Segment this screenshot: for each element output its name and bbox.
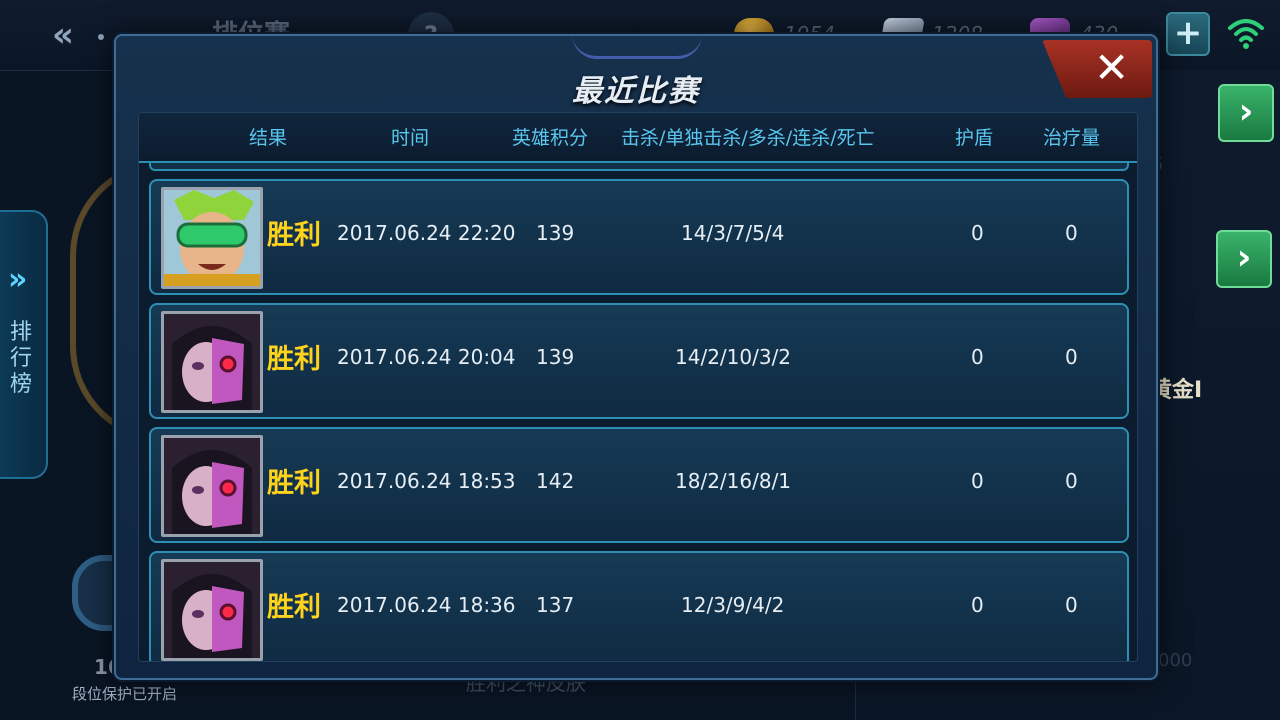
hero-score: 142: [536, 469, 575, 493]
match-result: 胜利: [267, 468, 321, 499]
table-header: 结果 时间 英雄积分 击杀/单独击杀/多杀/连杀/死亡 护盾 治疗量: [139, 113, 1137, 163]
header-result: 结果: [249, 127, 288, 149]
kill-stats: 18/2/16/8/1: [675, 469, 792, 493]
match-list[interactable]: 结果 时间 英雄积分 击杀/单独击杀/多杀/连杀/死亡 护盾 治疗量 胜利 20…: [138, 112, 1138, 662]
hero-avatar: [161, 311, 263, 413]
expand-arrow-icon: »: [8, 262, 28, 297]
hero-avatar: [161, 187, 263, 289]
leaderboard-tab[interactable]: » 排行榜: [0, 210, 48, 479]
dialog-title: 最近比赛: [572, 74, 700, 109]
kill-stats: 14/3/7/5/4: [681, 221, 785, 245]
dialog-crest: [572, 34, 702, 59]
match-row[interactable]: 胜利 2017.06.24 20:04 139 14/2/10/3/2 0 0: [149, 303, 1129, 419]
hero-avatar: [161, 559, 263, 661]
close-icon: ✕: [1094, 43, 1130, 92]
match-time: 2017.06.24 22:20: [337, 221, 516, 245]
shield-value: 0: [971, 221, 984, 245]
pink-cyborg-hero-icon: [164, 314, 260, 410]
green-goggles-hero-icon: [164, 190, 260, 286]
heal-value: 0: [1065, 345, 1078, 369]
header-time: 时间: [391, 127, 430, 149]
pink-cyborg-hero-icon: [164, 438, 260, 534]
reward-amount: 000: [1158, 650, 1193, 671]
match-row[interactable]: 胜利 2017.06.24 22:20 139 14/3/7/5/4 0 0: [149, 179, 1129, 295]
wifi-icon: [1228, 19, 1264, 49]
shield-value: 0: [971, 593, 984, 617]
partial-row: [149, 163, 1129, 171]
back-button[interactable]: «: [52, 12, 112, 58]
kill-stats: 14/2/10/3/2: [675, 345, 792, 369]
match-time: 2017.06.24 20:04: [337, 345, 516, 369]
header-hero-score: 英雄积分: [512, 127, 589, 149]
hero-score: 139: [536, 345, 575, 369]
match-row[interactable]: 胜利 2017.06.24 18:53 142 18/2/16/8/1 0 0: [149, 427, 1129, 543]
heal-value: 0: [1065, 221, 1078, 245]
hero-score: 139: [536, 221, 575, 245]
match-time: 2017.06.24 18:36: [337, 593, 516, 617]
heal-value: 0: [1065, 469, 1078, 493]
next-button-2[interactable]: ›: [1216, 230, 1272, 288]
match-result: 胜利: [267, 344, 321, 375]
hero-avatar: [161, 435, 263, 537]
recent-matches-dialog: 最近比赛 ✕ 结果 时间 英雄积分 击杀/单独击杀/多杀/连杀/死亡 护盾 治疗…: [114, 34, 1158, 680]
rank-protection-text: 段位保护已开启: [72, 685, 178, 703]
shield-value: 0: [971, 345, 984, 369]
add-currency-button[interactable]: +: [1166, 12, 1210, 56]
leaderboard-label: 排行榜: [9, 320, 32, 397]
header-heal: 治疗量: [1043, 127, 1101, 149]
next-button-1[interactable]: ›: [1218, 84, 1274, 142]
match-result: 胜利: [267, 592, 321, 623]
header-shield: 护盾: [955, 127, 994, 149]
pink-cyborg-hero-icon: [164, 562, 260, 658]
header-stats: 击杀/单独击杀/多杀/连杀/死亡: [621, 127, 875, 149]
match-row[interactable]: 胜利 2017.06.24 18:36 137 12/3/9/4/2 0 0: [149, 551, 1129, 661]
match-time: 2017.06.24 18:53: [337, 469, 516, 493]
shield-value: 0: [971, 469, 984, 493]
heal-value: 0: [1065, 593, 1078, 617]
kill-stats: 12/3/9/4/2: [681, 593, 785, 617]
hero-score: 137: [536, 593, 575, 617]
match-result: 胜利: [267, 220, 321, 251]
